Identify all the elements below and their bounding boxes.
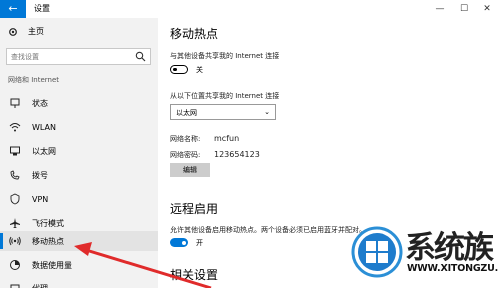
- remote-enable-toggle[interactable]: [170, 238, 188, 247]
- sidebar-item-label: VPN: [32, 194, 49, 204]
- status-icon: [8, 97, 22, 109]
- watermark: 系统族 WWW.XITONGZU.COM: [345, 218, 498, 288]
- hotspot-icon: [8, 235, 22, 247]
- sidebar-item-dialup[interactable]: 拨号: [0, 165, 158, 185]
- watermark-url: WWW.XITONGZU.COM: [407, 263, 498, 274]
- sidebar-item-status[interactable]: 状态: [0, 93, 158, 113]
- close-button[interactable]: ✕: [475, 0, 498, 18]
- sidebar-item-vpn[interactable]: VPN: [0, 189, 158, 209]
- proxy-icon: [8, 282, 22, 288]
- chevron-down-icon: ⌄: [264, 108, 270, 116]
- sidebar-item-label: 以太网: [32, 146, 56, 156]
- toggle-knob: [173, 67, 177, 71]
- airplane-icon: [8, 217, 22, 229]
- dialup-icon: [8, 169, 22, 181]
- sidebar-item-label: 代理: [32, 283, 48, 288]
- share-label: 与其他设备共享我的 Internet 连接: [170, 52, 280, 60]
- sidebar-item-label: 移动热点: [32, 236, 64, 246]
- sidebar-item-label: 拨号: [32, 170, 48, 180]
- windows-logo-icon: [351, 226, 403, 278]
- toggle-knob: [181, 240, 186, 245]
- gear-icon: [8, 27, 18, 37]
- edit-button[interactable]: 编辑: [170, 163, 210, 177]
- title-bar: ← 设置 — ☐ ✕: [0, 0, 498, 18]
- sidebar-home[interactable]: 主页: [8, 26, 44, 37]
- search-input[interactable]: [11, 51, 131, 63]
- sidebar-item-wlan[interactable]: WLAN: [0, 117, 158, 137]
- sidebar-home-label: 主页: [28, 27, 44, 36]
- sidebar-item-label: 飞行模式: [32, 218, 64, 228]
- network-name-value: mcfun: [214, 134, 240, 143]
- data-usage-icon: [8, 259, 22, 271]
- share-source-dropdown[interactable]: 以太网 ⌄: [170, 104, 276, 120]
- network-password-label: 网络密码:: [170, 151, 201, 159]
- remote-toggle-state: 开: [196, 239, 203, 247]
- wlan-icon: [8, 121, 22, 133]
- page-title: 移动热点: [170, 27, 219, 41]
- share-toggle-state: 关: [196, 66, 203, 74]
- vpn-icon: [8, 193, 22, 205]
- ethernet-icon: [8, 145, 22, 157]
- dropdown-value: 以太网: [176, 109, 197, 117]
- sidebar-group-label: 网络和 Internet: [8, 76, 60, 84]
- sidebar-item-label: WLAN: [32, 122, 57, 132]
- maximize-button[interactable]: ☐: [452, 0, 476, 18]
- sidebar: 主页 网络和 Internet 状态 WLAN 以太网 拨号 VPN 飞行模式 …: [0, 18, 158, 288]
- network-name-label: 网络名称:: [170, 135, 201, 143]
- network-password-value: 123654123: [214, 150, 260, 159]
- window-title: 设置: [34, 4, 50, 13]
- sidebar-item-label: 状态: [32, 98, 48, 108]
- minimize-button[interactable]: —: [428, 0, 452, 18]
- sidebar-item-ethernet[interactable]: 以太网: [0, 141, 158, 161]
- back-button[interactable]: ←: [0, 0, 26, 18]
- selected-indicator: [0, 233, 3, 249]
- sidebar-item-proxy[interactable]: 代理: [0, 278, 158, 288]
- sidebar-item-mobile-hotspot[interactable]: 移动热点: [0, 231, 158, 251]
- sidebar-item-data-usage[interactable]: 数据使用量: [0, 255, 158, 275]
- search-box[interactable]: [6, 48, 151, 65]
- search-icon: [135, 51, 146, 62]
- related-settings-title: 相关设置: [170, 268, 219, 282]
- from-label: 从以下位置共享我的 Internet 连接: [170, 92, 280, 100]
- remote-enable-title: 远程启用: [170, 202, 219, 216]
- sidebar-item-label: 数据使用量: [32, 260, 72, 270]
- share-toggle[interactable]: [170, 65, 188, 74]
- watermark-brand: 系统族: [405, 230, 494, 266]
- sidebar-item-airplane-mode[interactable]: 飞行模式: [0, 213, 158, 233]
